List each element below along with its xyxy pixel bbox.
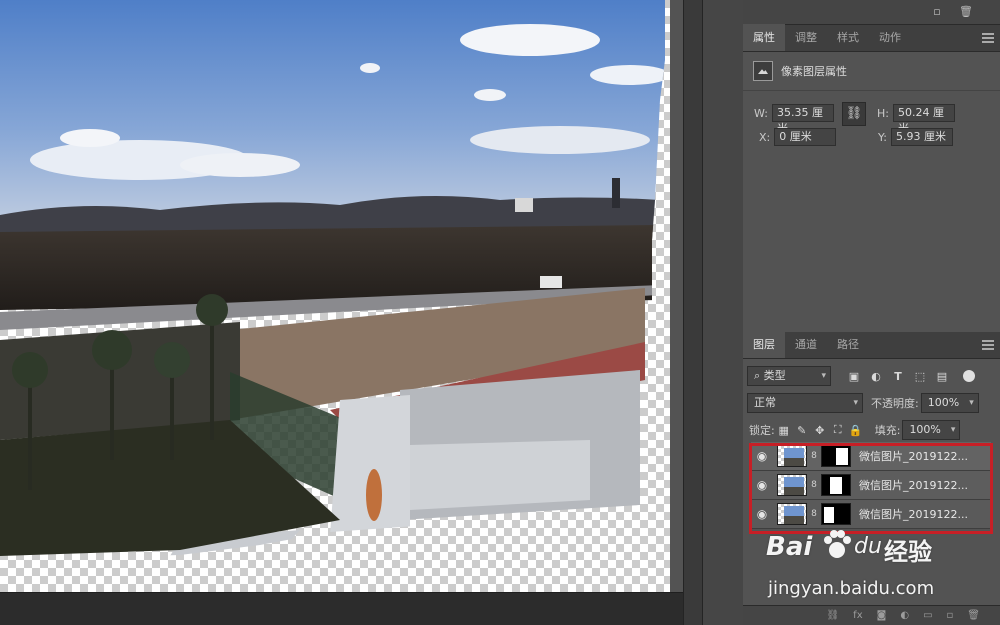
filter-shape-icon[interactable]: ⬚ xyxy=(911,370,929,383)
layer-name: 微信图片_2019122... xyxy=(859,508,968,521)
layer-row[interactable]: ◉ 8 微信图片_2019122... xyxy=(751,500,991,529)
tab-properties[interactable]: 属性 xyxy=(743,24,785,51)
eye-icon[interactable]: ◉ xyxy=(751,478,773,492)
pixel-layer-icon xyxy=(753,61,773,81)
layer-thumbnail xyxy=(777,503,807,525)
photoshop-window: ▫ 🗑 属性 调整 样式 动作 像素图层属性 W: 35.35 厘米 ⛓ H: xyxy=(0,0,1000,625)
panel-top-toolbar: ▫ 🗑 xyxy=(743,0,1000,25)
panorama-image xyxy=(0,0,665,556)
lock-transparency-icon[interactable]: ▦ xyxy=(775,424,793,437)
layer-mask-thumbnail[interactable] xyxy=(821,474,851,496)
width-label: W: xyxy=(754,106,768,120)
layer-mask-thumbnail[interactable] xyxy=(821,503,851,525)
lock-row: 锁定: ▦ ✎ ✥ ⛶ 🔒 填充: 100% ▾ xyxy=(749,420,1000,440)
tab-channels[interactable]: 通道 xyxy=(785,331,827,358)
tab-adjustments[interactable]: 调整 xyxy=(785,24,827,51)
canvas-status-bar xyxy=(0,592,683,625)
blend-row: 正常 ▾ 不透明度: 100% ▾ xyxy=(747,393,1000,413)
adjustment-layer-icon[interactable]: ◐ xyxy=(900,610,909,621)
lock-label: 锁定: xyxy=(749,424,775,437)
chain-link-icon[interactable]: 8 xyxy=(809,480,819,490)
layer-row[interactable]: ◉ 8 微信图片_2019122... xyxy=(751,471,991,500)
opacity-input[interactable]: 100% ▾ xyxy=(920,393,979,413)
tab-paths[interactable]: 路径 xyxy=(827,331,869,358)
new-layer-icon[interactable]: ▫ xyxy=(947,610,954,621)
layer-name: 微信图片_2019122... xyxy=(859,479,968,492)
filter-kind-value: 类型 xyxy=(763,369,786,382)
chevron-down-icon: ▾ xyxy=(853,398,858,408)
add-mask-icon[interactable]: ◙ xyxy=(877,610,887,621)
layer-name: 微信图片_2019122... xyxy=(859,450,968,463)
trash-icon[interactable]: 🗑 xyxy=(959,6,973,18)
new-item-icon[interactable]: ▫ xyxy=(931,6,943,18)
link-dimensions-icon[interactable]: ⛓ xyxy=(842,102,866,126)
eye-icon[interactable]: ◉ xyxy=(751,507,773,521)
height-field-row: H: 50.24 厘米 xyxy=(877,104,955,135)
y-label: Y: xyxy=(878,130,887,144)
height-label: H: xyxy=(877,106,889,120)
trash-icon[interactable]: 🗑 xyxy=(967,610,980,621)
width-input[interactable]: 35.35 厘米 xyxy=(771,104,834,135)
filter-adjustment-icon[interactable]: ◐ xyxy=(867,370,885,383)
layer-thumbnail xyxy=(777,474,807,496)
lock-position-icon[interactable]: ✥ xyxy=(811,424,829,437)
filter-pixel-icon[interactable]: ▣ xyxy=(845,370,863,383)
properties-menu-icon[interactable] xyxy=(982,33,994,43)
filter-row: ⌕ 类型 ▾ ▣ ◐ T ⬚ ▤ xyxy=(747,366,1000,386)
eye-icon[interactable]: ◉ xyxy=(751,449,773,463)
blend-mode-value: 正常 xyxy=(754,396,776,409)
link-layers-icon[interactable]: ⛓ xyxy=(826,610,839,621)
tab-layers[interactable]: 图层 xyxy=(743,331,785,358)
x-label: X: xyxy=(759,130,771,144)
chevron-down-icon: ▾ xyxy=(821,371,826,381)
vertical-scrollbar[interactable] xyxy=(683,0,703,625)
y-field-row: Y: 5.93 厘米 xyxy=(878,128,953,146)
blend-mode-select[interactable]: 正常 ▾ xyxy=(747,393,863,413)
chevron-down-icon: ▾ xyxy=(969,398,974,408)
layers-tabs: 图层 通道 路径 xyxy=(743,331,1000,359)
x-field-row: X: 0 厘米 xyxy=(759,128,837,146)
filter-kind-select[interactable]: ⌕ 类型 ▾ xyxy=(747,366,831,386)
properties-header: 像素图层属性 xyxy=(753,61,847,81)
divider xyxy=(743,90,1000,91)
lock-all-icon[interactable]: 🔒 xyxy=(847,424,865,437)
y-input[interactable]: 5.93 厘米 xyxy=(890,128,953,146)
chain-link-icon[interactable]: 8 xyxy=(809,451,819,461)
search-icon: ⌕ xyxy=(754,369,764,382)
filter-toggle-icon[interactable] xyxy=(963,370,975,382)
lock-artboard-icon[interactable]: ⛶ xyxy=(829,423,847,437)
layer-list: ◉ 8 微信图片_2019122... ◉ 8 微信图片_2019122... … xyxy=(751,442,991,535)
lock-pixels-icon[interactable]: ✎ xyxy=(793,424,811,437)
panel-dock-gutter xyxy=(703,0,743,625)
filter-smart-object-icon[interactable]: ▤ xyxy=(933,370,951,383)
properties-tabs: 属性 调整 样式 动作 xyxy=(743,24,1000,52)
filter-type-icon[interactable]: T xyxy=(889,370,907,383)
layer-thumbnail xyxy=(777,445,807,467)
layers-panel: 图层 通道 路径 ⌕ 类型 ▾ ▣ ◐ T ⬚ ▤ 正常 ▾ 不透明度: 100… xyxy=(743,331,1000,625)
layer-row[interactable]: ◉ 8 微信图片_2019122... xyxy=(751,442,991,471)
fill-value: 100% xyxy=(909,423,941,436)
layers-menu-icon[interactable] xyxy=(982,340,994,350)
x-input[interactable]: 0 厘米 xyxy=(774,128,837,146)
tab-actions[interactable]: 动作 xyxy=(869,24,911,51)
fill-label: 填充: xyxy=(874,424,901,437)
fill-input[interactable]: 100% ▾ xyxy=(902,420,961,440)
opacity-value: 100% xyxy=(927,396,960,409)
width-field-row: W: 35.35 厘米 xyxy=(754,104,834,135)
tab-styles[interactable]: 样式 xyxy=(827,24,869,51)
chain-link-icon[interactable]: 8 xyxy=(809,509,819,519)
document-canvas[interactable] xyxy=(0,0,683,592)
right-panel-dock: ▫ 🗑 属性 调整 样式 动作 像素图层属性 W: 35.35 厘米 ⛓ H: xyxy=(743,0,1000,625)
folder-icon[interactable]: ▭ xyxy=(923,610,932,621)
properties-body: 像素图层属性 W: 35.35 厘米 ⛓ H: 50.24 厘米 X: 0 厘米… xyxy=(743,52,1000,330)
chevron-down-icon: ▾ xyxy=(950,425,956,435)
layers-bottom-toolbar: ⛓ fx ◙ ◐ ▭ ▫ 🗑 xyxy=(743,605,1000,625)
layer-mask-thumbnail[interactable] xyxy=(821,445,851,467)
opacity-label: 不透明度: xyxy=(871,397,919,410)
properties-title: 像素图层属性 xyxy=(781,65,847,78)
fx-icon[interactable]: fx xyxy=(853,610,862,621)
height-input[interactable]: 50.24 厘米 xyxy=(892,104,955,135)
